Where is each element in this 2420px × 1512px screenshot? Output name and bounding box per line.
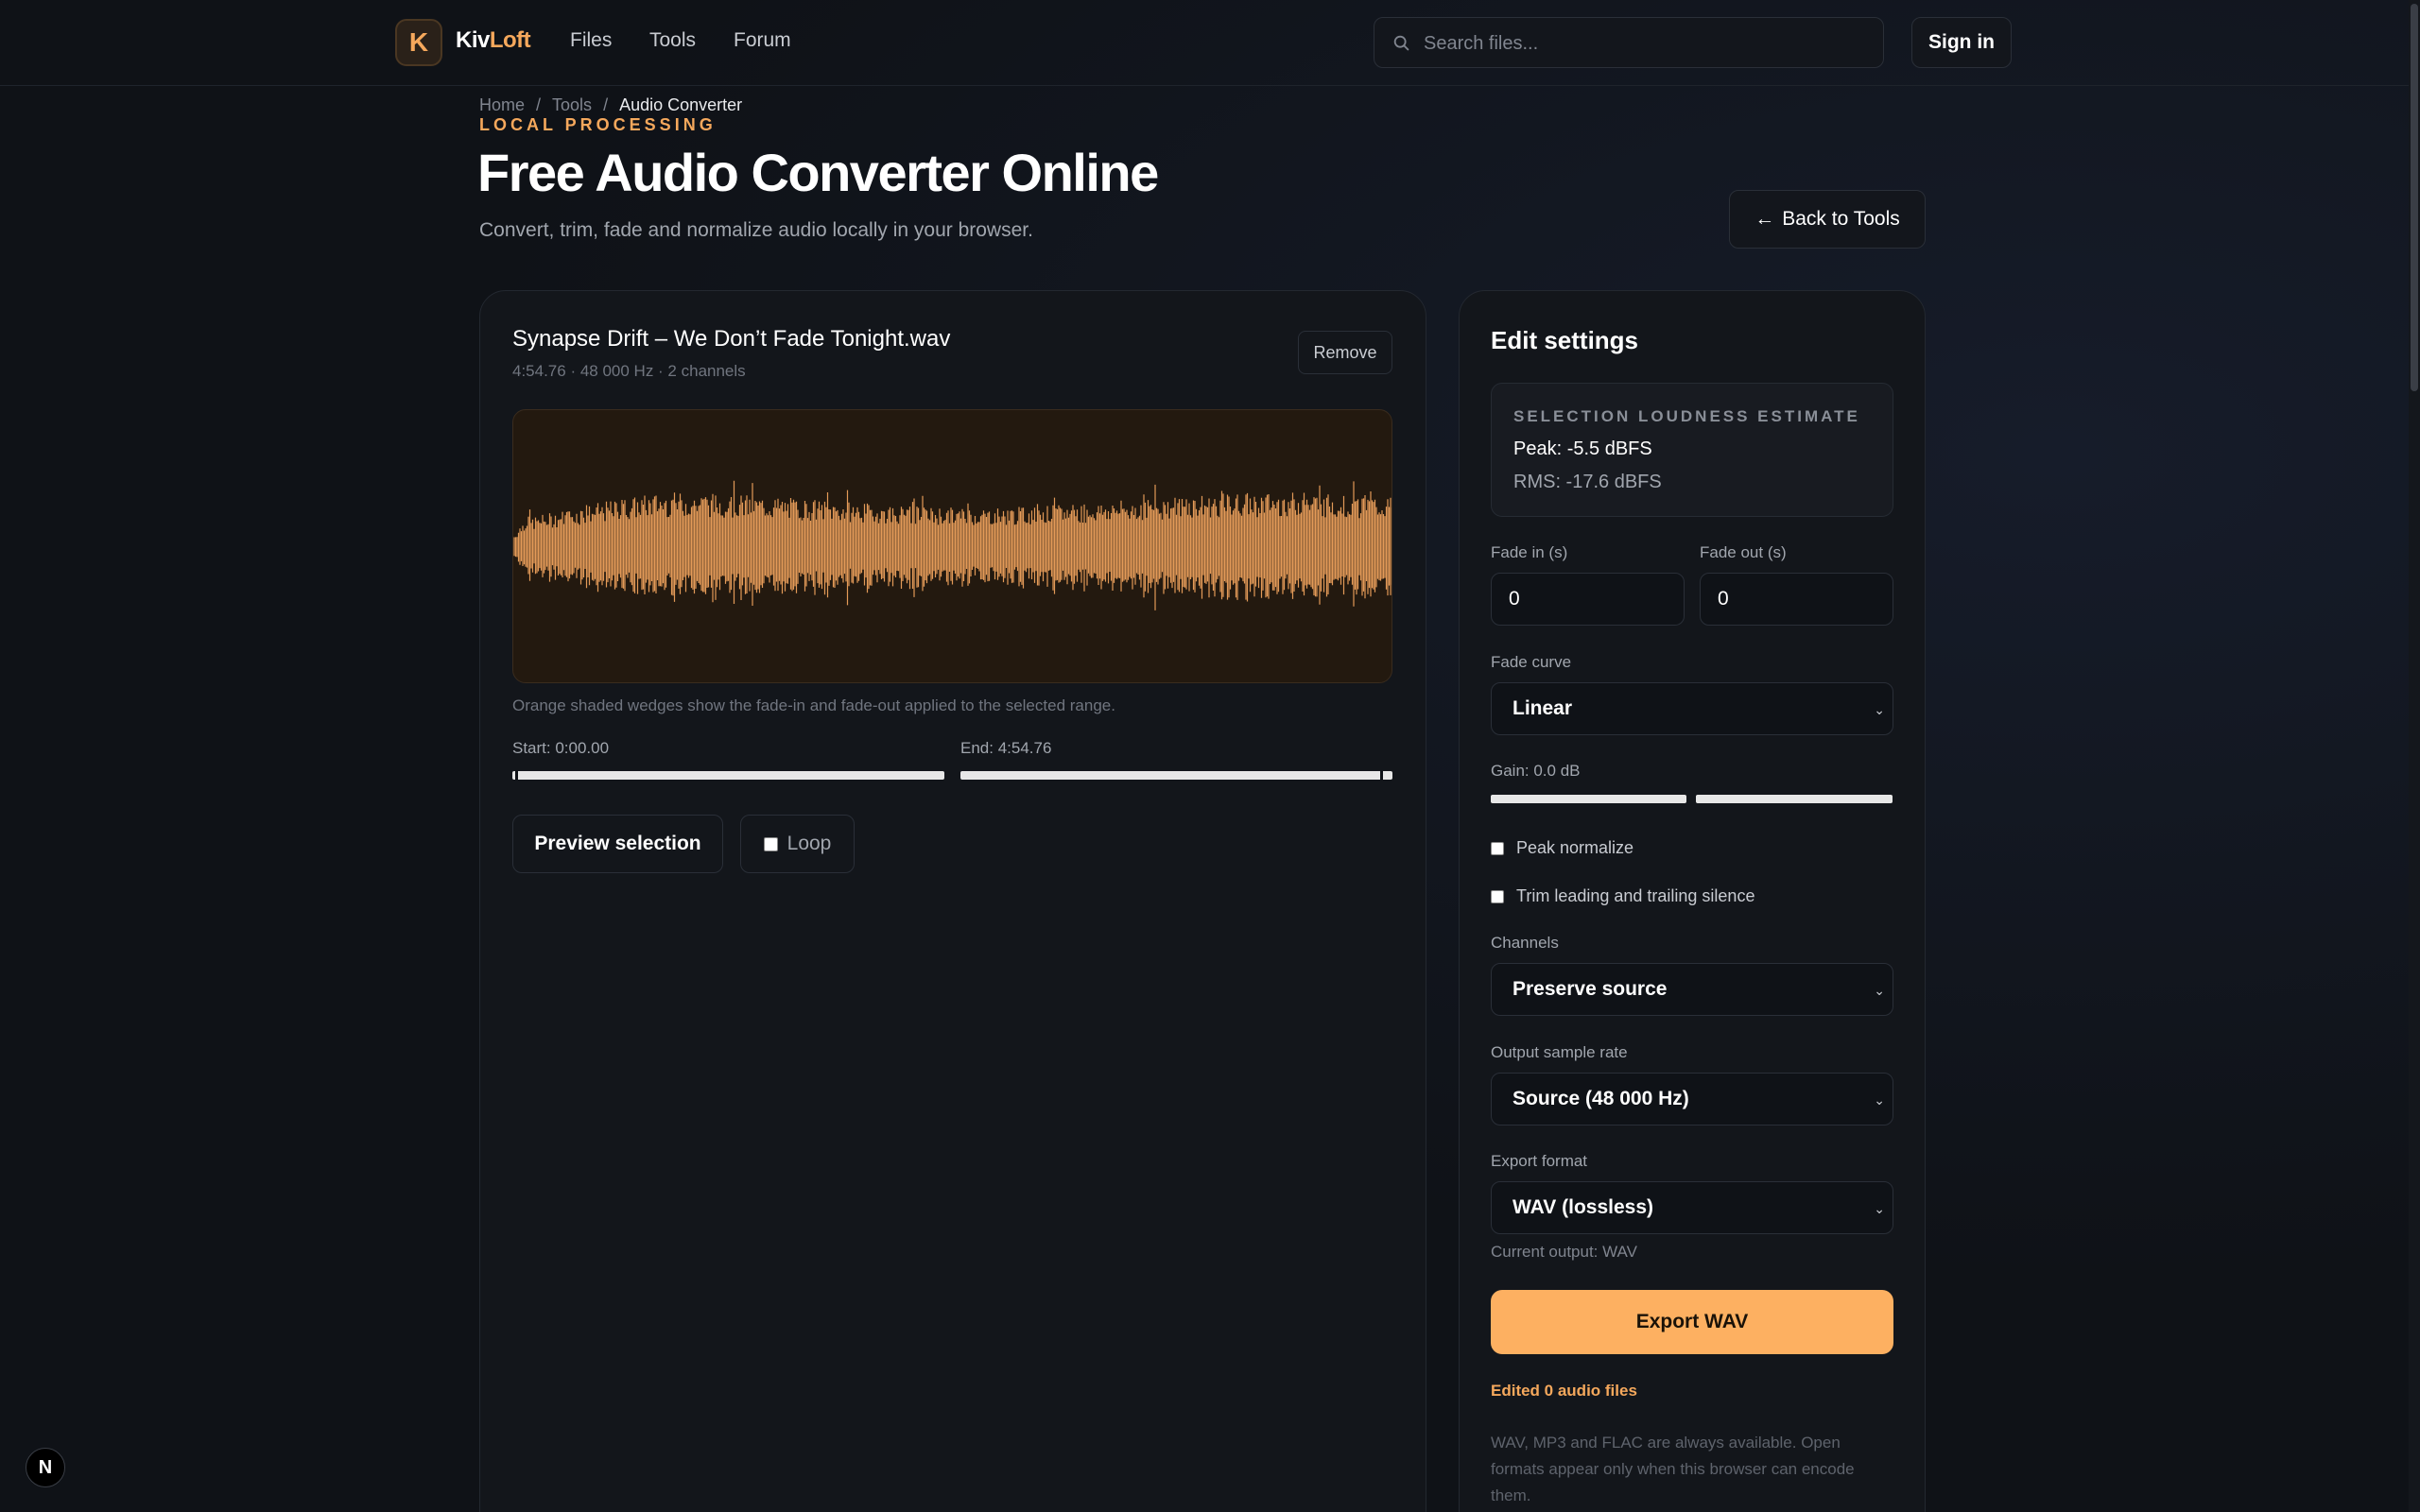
trim-silence-label: Trim leading and trailing silence: [1516, 886, 1755, 905]
export-format-label: Export format: [1491, 1152, 1588, 1170]
fade-out-label: Fade out (s): [1700, 543, 1787, 561]
start-slider-thumb[interactable]: [515, 770, 518, 781]
breadcrumb: Home / Tools / Audio Converter: [479, 95, 742, 115]
breadcrumb-home[interactable]: Home: [479, 95, 525, 114]
gain-slider-track-left: [1491, 795, 1686, 803]
chevron-down-icon: ⌄: [1874, 1092, 1885, 1108]
search-input[interactable]: [1424, 29, 1858, 58]
current-output: Current output: WAV: [1491, 1243, 1637, 1261]
fade-curve-label: Fade curve: [1491, 653, 1572, 671]
file-meta: 4:54.76 · 48 000 Hz · 2 channels: [512, 362, 746, 380]
arrow-left-icon: ←: [1754, 208, 1775, 230]
breadcrumb-tools[interactable]: Tools: [552, 95, 592, 114]
channels-value: Preserve source: [1512, 978, 1668, 1000]
top-navbar: K KivLoft Files Tools Forum Sign in: [0, 0, 2409, 86]
loudness-estimate-box: SELECTION LOUDNESS ESTIMATE Peak: -5.5 d…: [1491, 383, 1893, 517]
export-format-select[interactable]: WAV (lossless) ⌄: [1491, 1181, 1893, 1234]
end-slider-thumb[interactable]: [1380, 770, 1383, 781]
brand-part-2: Loft: [489, 27, 531, 53]
logo-badge[interactable]: K: [395, 19, 442, 66]
breadcrumb-separator: /: [536, 95, 542, 114]
page-subtitle: Convert, trim, fade and normalize audio …: [479, 219, 1033, 241]
file-name: Synapse Drift – We Don’t Fade Tonight.wa…: [512, 326, 951, 352]
waveform-display[interactable]: [512, 409, 1392, 683]
preview-selection-button[interactable]: Preview selection: [512, 815, 723, 873]
loop-checkbox[interactable]: [763, 836, 778, 851]
back-to-tools-label: Back to Tools: [1782, 208, 1900, 230]
breadcrumb-separator: /: [603, 95, 609, 114]
export-button[interactable]: Export WAV: [1491, 1290, 1893, 1354]
waveform-path: [513, 480, 1392, 610]
waveform-caption: Orange shaded wedges show the fade-in an…: [512, 696, 1115, 714]
gain-label: Gain: 0.0 dB: [1491, 762, 1581, 780]
fade-in-input[interactable]: [1491, 573, 1685, 626]
edited-count: Edited 0 audio files: [1491, 1382, 1637, 1400]
end-slider[interactable]: [960, 770, 1392, 781]
end-label: End: 4:54.76: [960, 739, 1052, 757]
sample-rate-value: Source (48 000 Hz): [1512, 1088, 1689, 1109]
gain-slider-track-right: [1696, 795, 1893, 803]
breadcrumb-current: Audio Converter: [619, 95, 743, 114]
brand-part-1: Kiv: [456, 27, 490, 53]
remove-file-button[interactable]: Remove: [1298, 331, 1392, 374]
end-slider-track: [960, 771, 1392, 780]
page-title: Free Audio Converter Online: [477, 143, 1159, 202]
nav-link-tools[interactable]: Tools: [649, 29, 696, 52]
nav-link-files[interactable]: Files: [570, 29, 612, 52]
trim-silence-checkbox[interactable]: [1491, 889, 1504, 903]
start-slider[interactable]: [512, 770, 944, 781]
scrollbar-thumb[interactable]: [2411, 4, 2418, 391]
chevron-down-icon: ⌄: [1874, 1201, 1885, 1216]
sample-rate-select[interactable]: Source (48 000 Hz) ⌄: [1491, 1073, 1893, 1125]
formats-note: WAV, MP3 and FLAC are always available. …: [1491, 1434, 1855, 1504]
page-scrollbar[interactable]: [2409, 0, 2420, 1512]
start-slider-track: [512, 771, 944, 780]
loop-toggle[interactable]: Loop: [740, 815, 855, 873]
peak-normalize-label: Peak normalize: [1516, 838, 1634, 857]
fade-out-input[interactable]: [1700, 573, 1893, 626]
chevron-down-icon: ⌄: [1874, 983, 1885, 998]
loudness-peak: Peak: -5.5 dBFS: [1513, 438, 1652, 459]
trim-silence-option[interactable]: Trim leading and trailing silence: [1491, 886, 1754, 906]
dev-tools-badge[interactable]: N: [26, 1448, 65, 1487]
search-box[interactable]: [1374, 17, 1884, 68]
fade-curve-select[interactable]: Linear ⌄: [1491, 682, 1893, 735]
brand-name[interactable]: KivLoft: [456, 27, 531, 54]
start-label: Start: 0:00.00: [512, 739, 610, 757]
sign-in-button[interactable]: Sign in: [1911, 17, 2012, 68]
channels-select[interactable]: Preserve source ⌄: [1491, 963, 1893, 1016]
export-format-value: WAV (lossless): [1512, 1196, 1653, 1218]
page-eyebrow: LOCAL PROCESSING: [479, 115, 717, 134]
search-icon: [1393, 35, 1409, 51]
loop-label: Loop: [786, 833, 832, 854]
loudness-heading: SELECTION LOUDNESS ESTIMATE: [1513, 407, 1860, 425]
nav-link-forum[interactable]: Forum: [734, 29, 791, 52]
fade-curve-value: Linear: [1512, 697, 1573, 719]
edit-settings-title: Edit settings: [1491, 326, 1639, 354]
sample-rate-label: Output sample rate: [1491, 1043, 1628, 1061]
channels-label: Channels: [1491, 934, 1559, 952]
back-to-tools-button[interactable]: ← Back to Tools: [1729, 190, 1926, 249]
loudness-rms: RMS: -17.6 dBFS: [1513, 472, 1662, 492]
fade-in-label: Fade in (s): [1491, 543, 1568, 561]
chevron-down-icon: ⌄: [1874, 702, 1885, 717]
waveform-svg: [513, 480, 1392, 610]
peak-normalize-checkbox[interactable]: [1491, 841, 1504, 855]
peak-normalize-option[interactable]: Peak normalize: [1491, 838, 1634, 858]
